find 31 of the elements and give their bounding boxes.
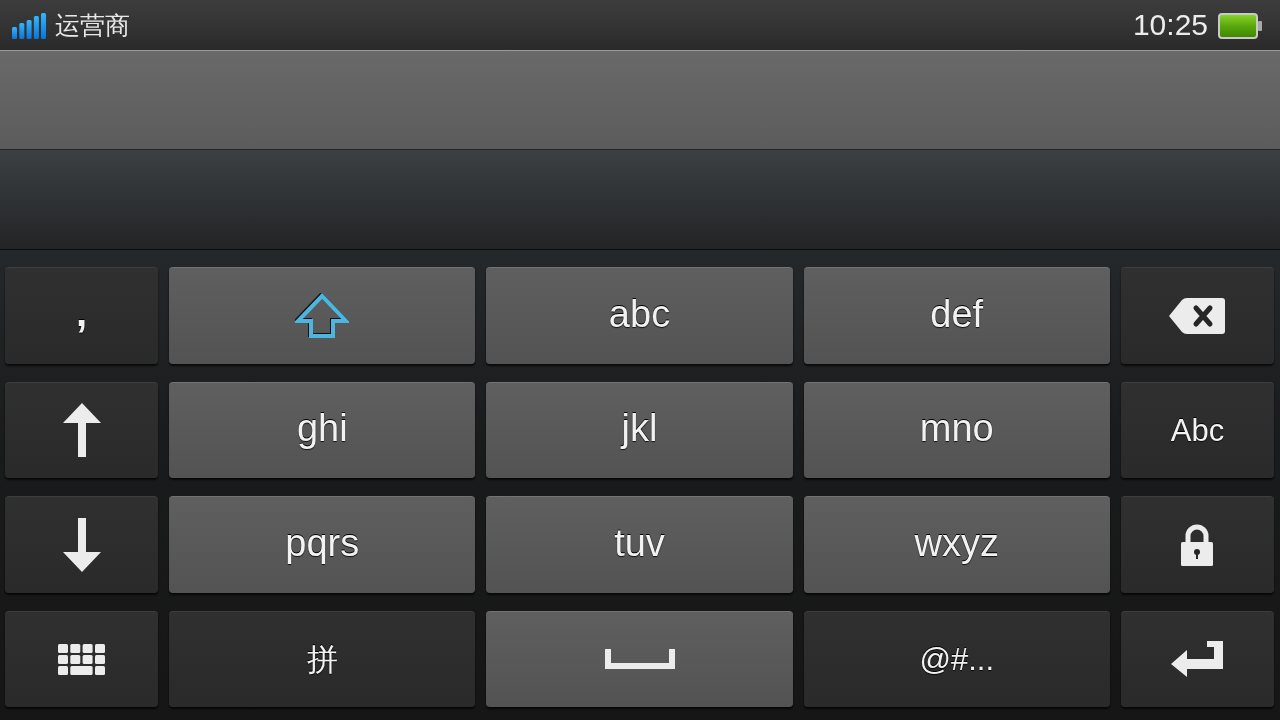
keyboard-switch-key[interactable]	[5, 610, 159, 707]
enter-key[interactable]	[1120, 610, 1274, 707]
letter-key[interactable]: mno	[803, 381, 1110, 478]
letter-key[interactable]: def	[803, 267, 1110, 364]
letter-key[interactable]: ghi	[169, 381, 476, 478]
down-arrow-icon	[62, 517, 101, 572]
punctuation-key[interactable]: ,	[5, 267, 159, 364]
battery-icon	[1218, 12, 1262, 39]
lock-key[interactable]	[1120, 496, 1274, 593]
letter-key[interactable]: tuv	[486, 496, 793, 593]
signal-icon	[12, 13, 46, 39]
mode-key[interactable]: @#...	[803, 610, 1110, 707]
cursor-up-key[interactable]	[5, 381, 159, 478]
letter-key[interactable]: wxyz	[803, 496, 1110, 593]
text-input-field[interactable]	[0, 50, 1280, 150]
mode-key[interactable]: Abc	[1120, 381, 1274, 478]
padlock-icon	[1180, 523, 1215, 566]
backspace-icon	[1169, 297, 1226, 334]
carrier-name: 运营商	[55, 12, 130, 38]
mode-key[interactable]: 拼	[169, 610, 476, 707]
keyboard-icon	[58, 643, 106, 675]
clock-time: 10:25	[1132, 10, 1208, 40]
letter-key[interactable]: abc	[486, 267, 793, 364]
return-arrow-icon	[1171, 641, 1224, 678]
letter-key[interactable]: jkl	[486, 381, 793, 478]
cursor-down-key[interactable]	[5, 496, 159, 593]
letter-key[interactable]: pqrs	[169, 496, 476, 593]
space-bar-icon	[604, 649, 675, 670]
up-arrow-icon	[62, 403, 101, 458]
shift-icon	[295, 293, 350, 339]
backspace-key[interactable]	[1120, 267, 1274, 364]
